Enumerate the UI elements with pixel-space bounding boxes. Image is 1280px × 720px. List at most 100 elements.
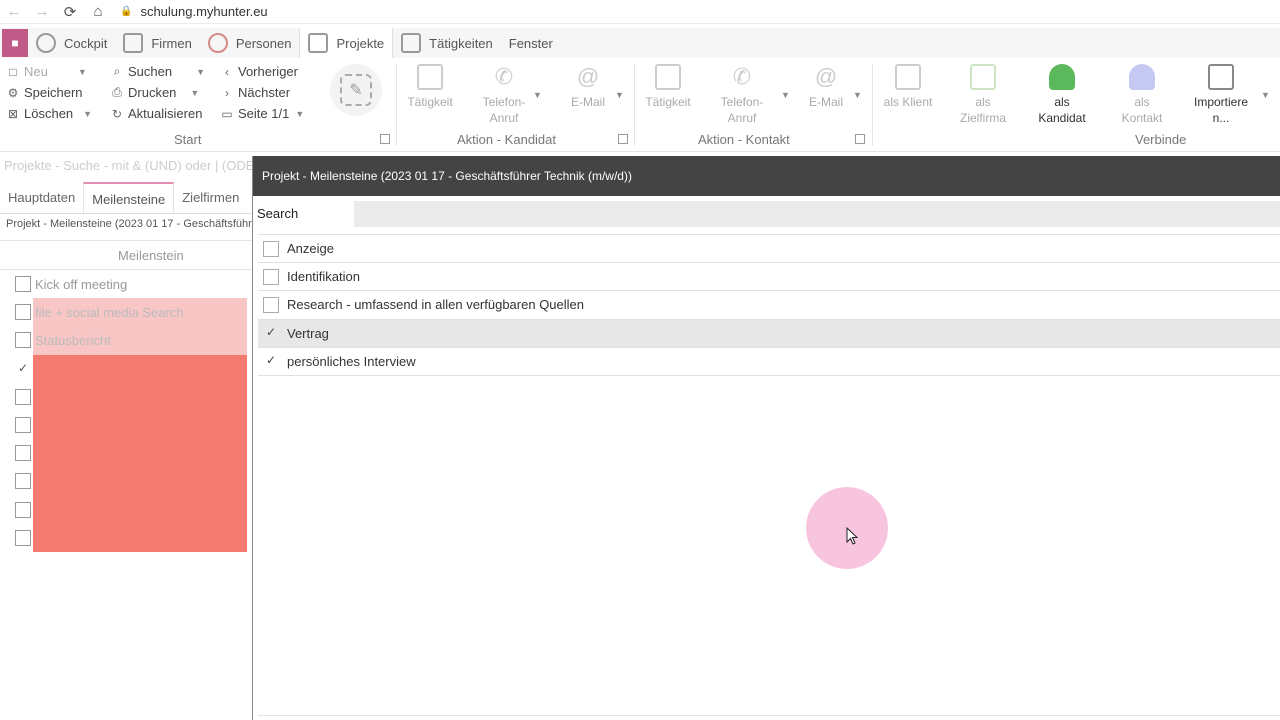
- checkbox[interactable]: [15, 501, 31, 518]
- reload-icon[interactable]: ⟳: [56, 3, 84, 21]
- menu-personen[interactable]: Personen: [200, 28, 300, 58]
- chevron-down-icon[interactable]: ▼: [853, 90, 862, 100]
- menu-firmen[interactable]: Firmen: [115, 28, 199, 58]
- list-item[interactable]: file + social media Search: [0, 298, 252, 327]
- check-icon[interactable]: ✓: [263, 353, 279, 369]
- list-item[interactable]: [0, 467, 252, 496]
- refresh-button[interactable]: ↻ Aktualisieren: [110, 103, 205, 124]
- checkbox[interactable]: [15, 445, 31, 462]
- chevron-down-icon[interactable]: ▼: [190, 88, 199, 98]
- checkbox[interactable]: [15, 332, 31, 349]
- tab-hauptdaten[interactable]: Hauptdaten: [0, 182, 83, 213]
- chevron-down-icon[interactable]: ▼: [615, 90, 624, 100]
- checkbox[interactable]: [15, 276, 31, 293]
- chevron-down-icon[interactable]: ▼: [83, 109, 92, 119]
- search-input[interactable]: [354, 201, 1280, 227]
- save-button[interactable]: ⚙ Speichern: [6, 82, 92, 103]
- kandidat-call-label: Telefon- Anruf: [482, 95, 526, 125]
- group-launcher-icon[interactable]: [618, 134, 628, 144]
- as-client-button[interactable]: als Klient: [876, 64, 940, 110]
- main-menu: ■ Cockpit Firmen Personen Projekte Tätig…: [0, 28, 1280, 58]
- import-label: Importiere n...: [1193, 95, 1249, 125]
- back-icon[interactable]: ←: [0, 3, 28, 20]
- as-contact-button[interactable]: als Kontakt: [1110, 64, 1174, 126]
- chevron-down-icon[interactable]: ▼: [196, 67, 205, 77]
- option-label: Identifikation: [287, 269, 360, 285]
- group-launcher-icon[interactable]: [855, 134, 865, 144]
- list-item[interactable]: ✓: [0, 354, 252, 383]
- checkbox[interactable]: [15, 304, 31, 321]
- import-button[interactable]: Importiere n...: [1184, 64, 1258, 126]
- milestone-label: file + social media Search: [33, 298, 247, 327]
- chevron-down-icon[interactable]: ▼: [781, 90, 790, 100]
- list-item[interactable]: [0, 382, 252, 411]
- as-target-company-button[interactable]: als Zielfirma: [952, 64, 1014, 126]
- menu-taetigkeiten[interactable]: Tätigkeiten: [393, 28, 501, 58]
- page-selector[interactable]: ▭ Seite 1/1 ▼: [220, 103, 304, 124]
- list-item[interactable]: [0, 523, 252, 552]
- kandidat-email-button[interactable]: @ E-Mail: [560, 64, 616, 110]
- url-text: schulung.myhunter.eu: [140, 4, 268, 19]
- next-button[interactable]: › Nächster: [220, 82, 304, 103]
- kontakt-activity-button[interactable]: Tätigkeit: [638, 64, 698, 110]
- option-row[interactable]: Anzeige: [258, 235, 1280, 264]
- milestone-column-header[interactable]: Meilenstein: [0, 240, 252, 270]
- milestone-label: [33, 439, 247, 468]
- kontakt-call-button[interactable]: ✆ Telefon- Anruf: [712, 64, 772, 126]
- kandidat-activity-button[interactable]: Tätigkeit: [400, 64, 460, 110]
- check-icon[interactable]: ✓: [263, 325, 279, 341]
- kontakt-email-button[interactable]: @ E-Mail: [798, 64, 854, 110]
- checkbox[interactable]: [15, 388, 31, 405]
- group-launcher-icon[interactable]: [380, 134, 390, 144]
- attach-button[interactable]: ✎: [330, 64, 382, 116]
- address-bar[interactable]: 🔒 schulung.myhunter.eu: [120, 4, 268, 19]
- checkbox[interactable]: [15, 529, 31, 546]
- chevron-down-icon[interactable]: ▼: [295, 109, 304, 119]
- list-item[interactable]: [0, 410, 252, 440]
- building-icon: [123, 33, 144, 53]
- checkbox[interactable]: [263, 296, 279, 313]
- import-box-icon: [1208, 64, 1234, 90]
- home-icon[interactable]: ⌂: [84, 3, 112, 20]
- new-button[interactable]: □ Neu ▼: [6, 61, 92, 82]
- kandidat-call-button[interactable]: ✆ Telefon- Anruf: [474, 64, 534, 126]
- paperclip-icon: ✎: [340, 74, 372, 106]
- tab-zielfirmen[interactable]: Zielfirmen: [174, 182, 247, 213]
- previous-button[interactable]: ‹ Vorheriger: [220, 61, 304, 82]
- kontakt-email-label: E-Mail: [808, 95, 843, 109]
- menu-projekte[interactable]: Projekte: [299, 28, 394, 58]
- checkbox[interactable]: [263, 240, 279, 257]
- list-item[interactable]: Statusbericht: [0, 326, 252, 355]
- forward-icon[interactable]: →: [28, 3, 56, 20]
- refresh-label: Aktualisieren: [128, 106, 203, 121]
- app-logo-icon[interactable]: ■: [2, 29, 28, 57]
- chevron-down-icon[interactable]: ▼: [533, 90, 542, 100]
- menu-personen-label: Personen: [235, 35, 292, 51]
- checkbox[interactable]: [15, 473, 31, 490]
- print-button[interactable]: ⎙ Drucken ▼: [110, 82, 205, 103]
- milestone-label: [33, 382, 247, 411]
- chevron-down-icon[interactable]: ▼: [78, 67, 87, 77]
- menu-cockpit[interactable]: Cockpit: [28, 28, 115, 58]
- list-item[interactable]: [0, 439, 252, 468]
- option-row[interactable]: ✓ Vertrag: [258, 319, 1280, 348]
- checkbox[interactable]: [15, 417, 31, 434]
- option-row[interactable]: Research - umfassend in allen verfügbare…: [258, 291, 1280, 320]
- option-row[interactable]: ✓ persönliches Interview: [258, 348, 1280, 376]
- check-icon[interactable]: ✓: [15, 361, 31, 377]
- search-button[interactable]: ⌕ Suchen ▼: [110, 61, 205, 82]
- milestone-label: [33, 495, 247, 524]
- list-item[interactable]: [0, 495, 252, 524]
- list-item[interactable]: Kick off meeting: [0, 270, 252, 298]
- menu-firmen-label: Firmen: [151, 35, 192, 51]
- delete-button[interactable]: ⊠ Löschen ▼: [6, 103, 92, 124]
- as-candidate-button[interactable]: als Kandidat: [1030, 64, 1094, 126]
- chevron-down-icon[interactable]: ▼: [1261, 90, 1270, 100]
- tab-meilensteine[interactable]: Meilensteine: [83, 182, 175, 213]
- checkbox[interactable]: [263, 268, 279, 285]
- milestone-label: Kick off meeting: [35, 276, 128, 292]
- chevron-left-icon: ‹: [225, 64, 229, 79]
- menu-fenster[interactable]: Fenster: [501, 28, 561, 58]
- option-row[interactable]: Identifikation: [258, 263, 1280, 292]
- mouse-pointer-icon: [846, 527, 859, 545]
